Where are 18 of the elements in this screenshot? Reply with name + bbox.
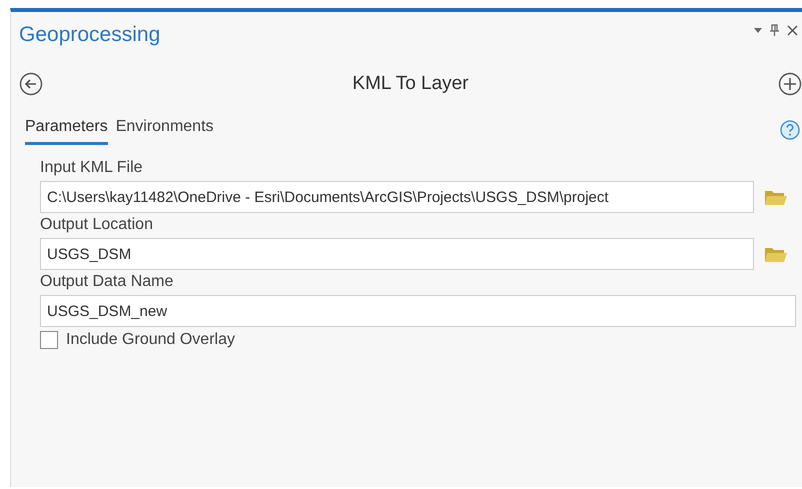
add-icon[interactable] — [778, 72, 802, 96]
tool-title: KML To Layer — [352, 73, 469, 95]
back-icon[interactable] — [19, 72, 43, 96]
checkbox-label: Include Ground Overlay — [66, 331, 235, 349]
close-icon[interactable] — [787, 24, 798, 36]
parameter-label: Output Data Name — [40, 273, 174, 291]
tab[interactable]: Environments — [116, 114, 214, 145]
dropdown-icon[interactable] — [754, 28, 762, 32]
input-field[interactable]: USGS_DSM — [40, 238, 754, 270]
parameter-label: Output Location — [40, 216, 154, 234]
input-field[interactable]: C:\Users\kay11482\OneDrive - Esri\Documents\ArcGIS\Projects\USGS_DSM\project — [40, 181, 754, 213]
checkbox[interactable] — [40, 331, 58, 349]
tab[interactable]: Parameters — [25, 114, 108, 145]
parameter-label: Input KML File — [40, 159, 144, 177]
input-field[interactable]: USGS_DSM_new — [40, 295, 796, 327]
pane-title: Geoprocessing — [19, 23, 160, 47]
help-icon[interactable] — [780, 120, 800, 140]
pin-icon[interactable] — [770, 24, 779, 36]
